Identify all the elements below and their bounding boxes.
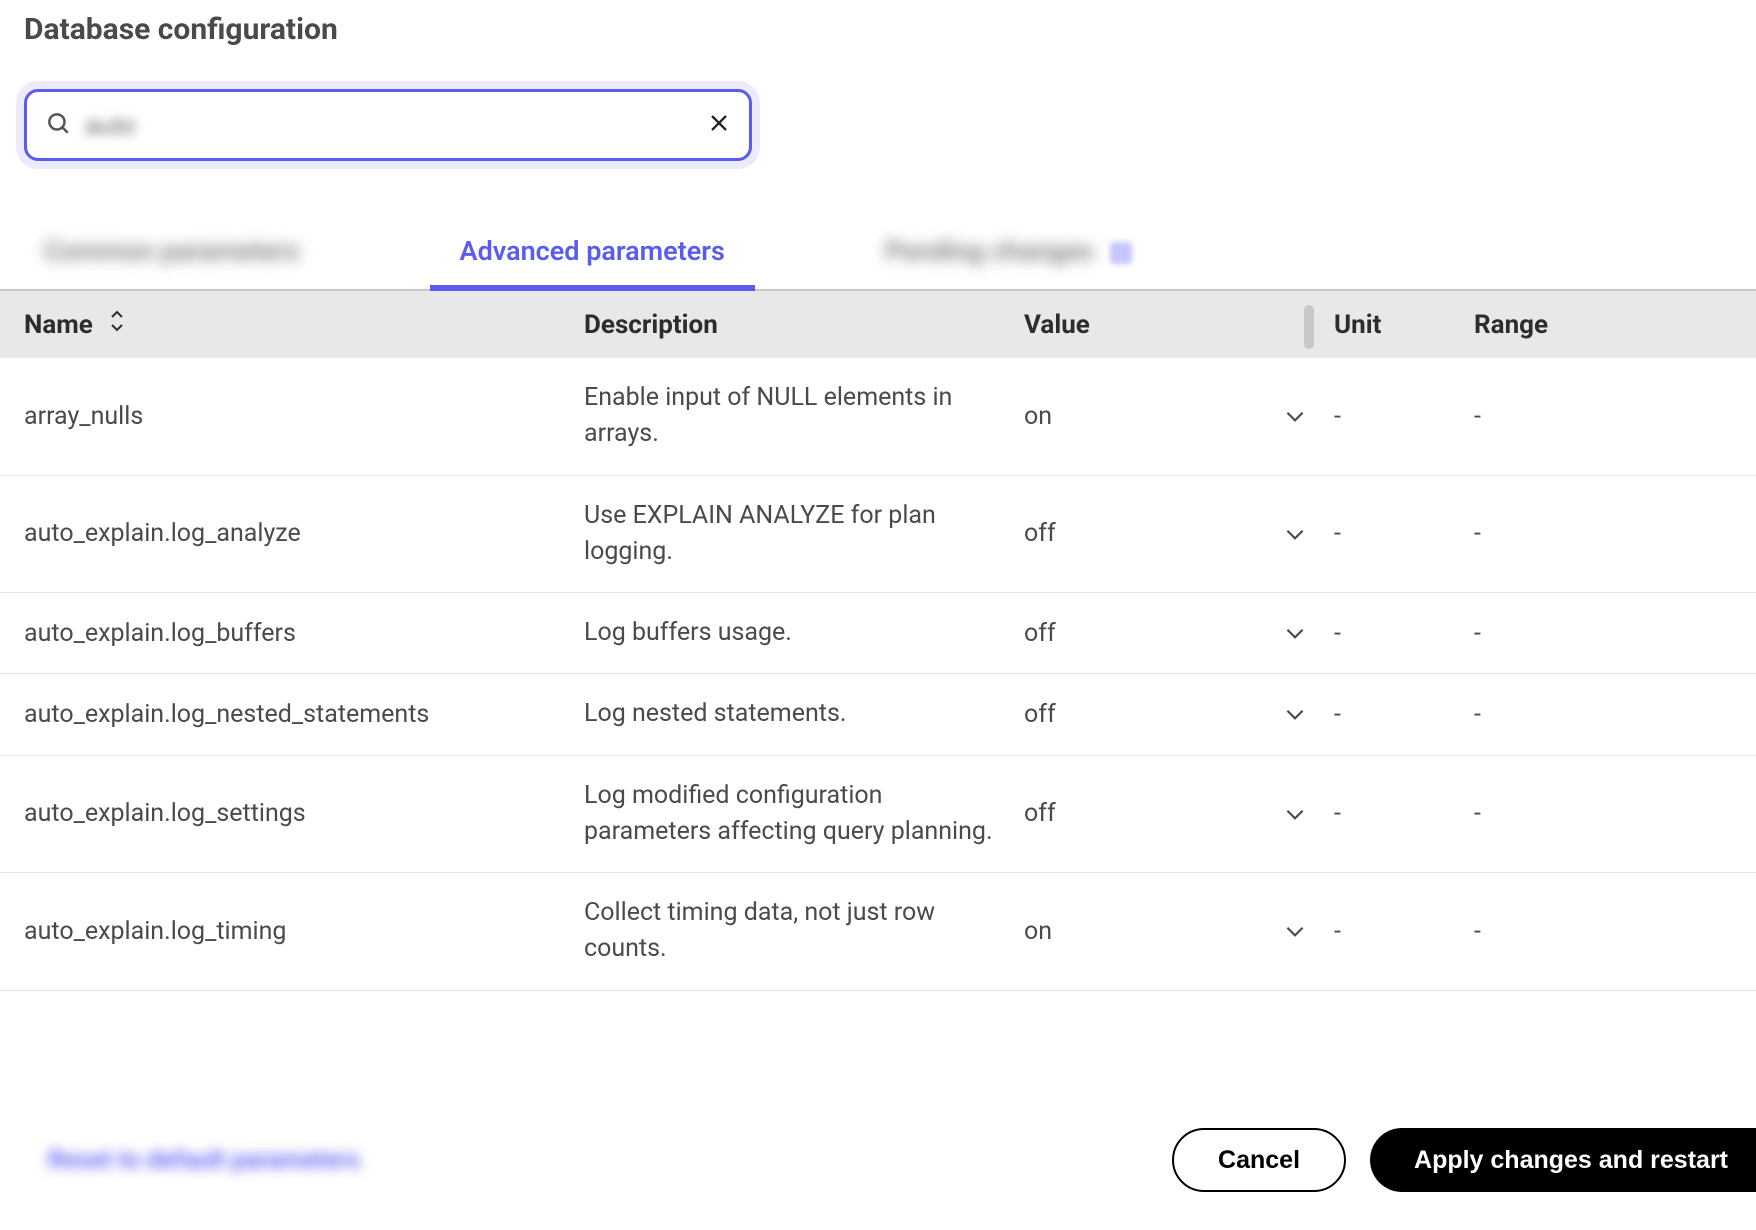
value-dropdown[interactable]	[1282, 918, 1308, 944]
table-row: auto_explain.log_buffersLog buffers usag…	[0, 593, 1756, 674]
param-description: Log buffers usage.	[584, 615, 1024, 651]
param-range: -	[1474, 700, 1714, 729]
param-value-cell: off	[1024, 519, 1334, 548]
search-input[interactable]	[85, 110, 693, 141]
value-dropdown[interactable]	[1282, 701, 1308, 727]
param-description: Use EXPLAIN ANALYZE for plan logging.	[584, 498, 1024, 571]
param-name: auto_explain.log_nested_statements	[24, 700, 584, 729]
column-value-header: Value	[1024, 310, 1334, 340]
param-unit: -	[1334, 917, 1474, 946]
page-title: Database configuration	[0, 0, 1756, 47]
param-unit: -	[1334, 799, 1474, 828]
chevron-down-icon	[1282, 620, 1308, 646]
column-label: Description	[584, 310, 718, 340]
param-value: off	[1024, 619, 1056, 648]
chevron-down-icon	[1282, 701, 1308, 727]
chevron-down-icon	[1282, 801, 1308, 827]
param-range: -	[1474, 619, 1714, 648]
parameters-table: Name Description Value Unit Range array_…	[0, 291, 1756, 991]
param-range: -	[1474, 799, 1714, 828]
param-name: auto_explain.log_settings	[24, 799, 584, 828]
scrollbar-thumb[interactable]	[1304, 305, 1314, 349]
param-name: auto_explain.log_timing	[24, 917, 584, 946]
table-header: Name Description Value Unit Range	[0, 291, 1756, 358]
param-value-cell: off	[1024, 700, 1334, 729]
param-value: on	[1024, 402, 1052, 431]
param-name: auto_explain.log_buffers	[24, 619, 584, 648]
param-unit: -	[1334, 519, 1474, 548]
param-description: Log nested statements.	[584, 696, 1024, 732]
param-description: Log modified configuration parameters af…	[584, 778, 1024, 851]
param-value-cell: on	[1024, 917, 1334, 946]
table-row: array_nullsEnable input of NULL elements…	[0, 358, 1756, 476]
param-value: on	[1024, 917, 1052, 946]
param-unit: -	[1334, 619, 1474, 648]
tab-label: Pending changes	[885, 235, 1094, 267]
tab-label: Common parameters	[44, 235, 300, 267]
chevron-down-icon	[1282, 521, 1308, 547]
param-name: array_nulls	[24, 402, 584, 431]
param-value-cell: off	[1024, 619, 1334, 648]
search-field[interactable]	[24, 89, 752, 161]
table-row: auto_explain.log_settingsLog modified co…	[0, 756, 1756, 874]
value-dropdown[interactable]	[1282, 521, 1308, 547]
param-unit: -	[1334, 700, 1474, 729]
tab-advanced-parameters[interactable]: Advanced parameters	[440, 217, 745, 289]
tabs: Common parameters Advanced parameters Pe…	[0, 217, 1756, 291]
param-unit: -	[1334, 402, 1474, 431]
search-icon	[45, 110, 71, 140]
table-row: auto_explain.log_timingCollect timing da…	[0, 873, 1756, 991]
param-value-cell: off	[1024, 799, 1334, 828]
column-name-header[interactable]: Name	[24, 309, 584, 340]
param-range: -	[1474, 917, 1714, 946]
footer-actions: Cancel Apply changes and restart	[1172, 1128, 1756, 1192]
param-description: Collect timing data, not just row counts…	[584, 895, 1024, 968]
apply-button[interactable]: Apply changes and restart	[1370, 1128, 1756, 1192]
table-row: auto_explain.log_analyzeUse EXPLAIN ANAL…	[0, 476, 1756, 594]
clear-search-icon[interactable]	[707, 111, 731, 139]
param-value: off	[1024, 700, 1056, 729]
cancel-button[interactable]: Cancel	[1172, 1128, 1346, 1192]
value-dropdown[interactable]	[1282, 620, 1308, 646]
sort-icon[interactable]	[107, 309, 127, 340]
column-label: Range	[1474, 310, 1548, 340]
tab-label: Advanced parameters	[460, 235, 725, 267]
chevron-down-icon	[1282, 918, 1308, 944]
column-description-header: Description	[584, 310, 1024, 340]
param-name: auto_explain.log_analyze	[24, 519, 584, 548]
column-range-header: Range	[1474, 310, 1714, 340]
column-unit-header: Unit	[1334, 310, 1474, 340]
param-value: off	[1024, 519, 1056, 548]
column-label: Name	[24, 310, 93, 340]
footer: Reset to default parameters Cancel Apply…	[0, 1100, 1756, 1230]
chevron-down-icon	[1282, 403, 1308, 429]
column-label: Unit	[1334, 310, 1381, 340]
value-dropdown[interactable]	[1282, 403, 1308, 429]
reset-defaults-link[interactable]: Reset to default parameters	[48, 1146, 360, 1175]
column-label: Value	[1024, 310, 1090, 340]
table-body: array_nullsEnable input of NULL elements…	[0, 358, 1756, 991]
pending-count-badge	[1110, 242, 1132, 264]
param-value: off	[1024, 799, 1056, 828]
param-range: -	[1474, 402, 1714, 431]
table-row: auto_explain.log_nested_statementsLog ne…	[0, 674, 1756, 755]
param-value-cell: on	[1024, 402, 1334, 431]
tab-pending-changes[interactable]: Pending changes	[865, 217, 1152, 289]
param-range: -	[1474, 519, 1714, 548]
value-dropdown[interactable]	[1282, 801, 1308, 827]
param-description: Enable input of NULL elements in arrays.	[584, 380, 1024, 453]
tab-common-parameters[interactable]: Common parameters	[24, 217, 320, 289]
search-container	[24, 89, 752, 161]
